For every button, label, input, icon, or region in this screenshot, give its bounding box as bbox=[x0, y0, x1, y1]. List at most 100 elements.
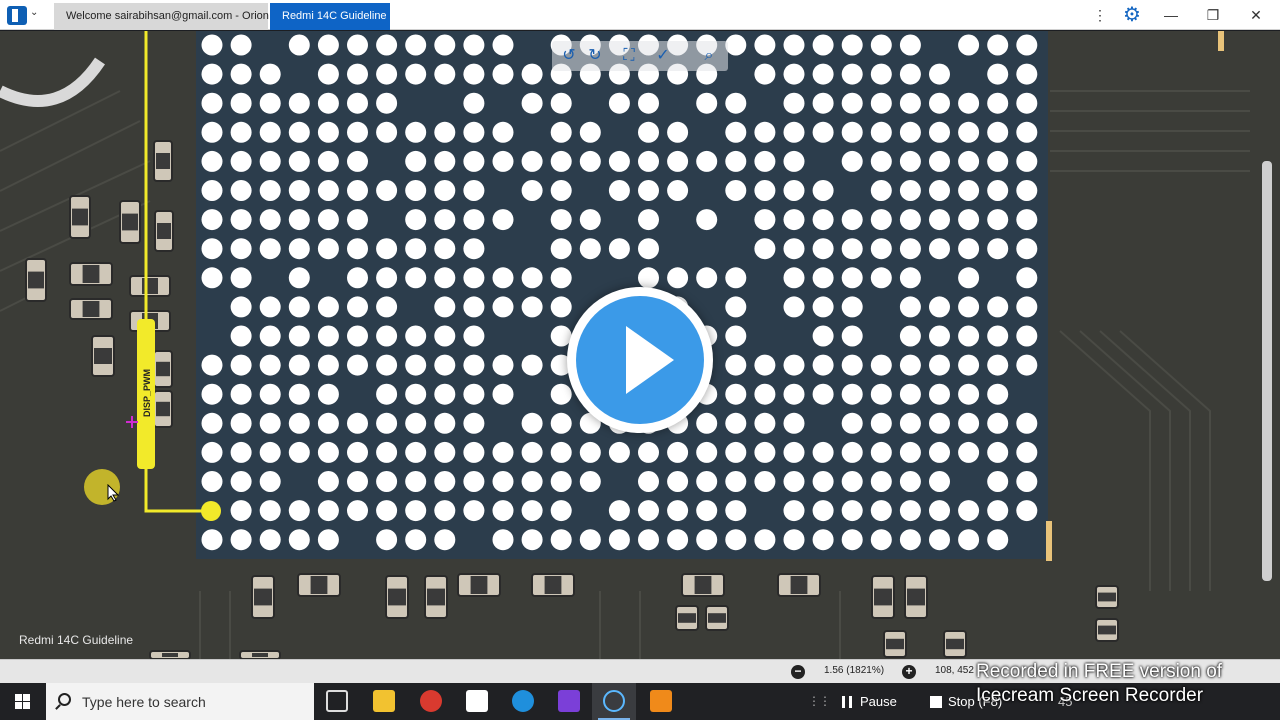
bga-pad[interactable] bbox=[725, 383, 747, 405]
bga-pad[interactable] bbox=[958, 238, 980, 260]
bga-pad[interactable] bbox=[899, 180, 921, 201]
bga-pad[interactable] bbox=[725, 471, 747, 492]
bga-pad[interactable] bbox=[317, 325, 339, 347]
bga-pad[interactable] bbox=[347, 354, 368, 376]
bga-pad[interactable] bbox=[870, 354, 892, 376]
bga-pad[interactable] bbox=[929, 529, 950, 551]
bga-pad[interactable] bbox=[434, 529, 456, 551]
bga-pad[interactable] bbox=[230, 121, 252, 143]
bga-pad[interactable] bbox=[521, 441, 543, 463]
bga-pad[interactable] bbox=[376, 296, 398, 318]
bga-pad[interactable] bbox=[841, 529, 863, 551]
bga-pad[interactable] bbox=[230, 267, 252, 289]
bga-pad[interactable] bbox=[725, 441, 747, 463]
bga-pad[interactable] bbox=[696, 500, 718, 522]
bga-pad[interactable] bbox=[841, 412, 863, 434]
bga-pad[interactable] bbox=[987, 209, 1009, 231]
bga-pad[interactable] bbox=[579, 471, 601, 492]
bga-pad[interactable] bbox=[376, 471, 398, 492]
bga-pad[interactable] bbox=[492, 441, 514, 463]
bga-pad[interactable] bbox=[899, 267, 921, 289]
bga-pad[interactable] bbox=[667, 441, 689, 463]
bga-pad[interactable] bbox=[405, 441, 427, 463]
bga-pad[interactable] bbox=[492, 500, 514, 522]
bga-pad[interactable] bbox=[987, 180, 1009, 201]
bga-pad[interactable] bbox=[754, 150, 776, 172]
bga-pad[interactable] bbox=[317, 412, 339, 434]
bga-pad[interactable] bbox=[929, 150, 950, 172]
bga-pad[interactable] bbox=[841, 121, 863, 143]
bga-pad[interactable] bbox=[638, 441, 659, 463]
bga-pad[interactable] bbox=[870, 121, 892, 143]
bga-pad[interactable] bbox=[812, 180, 834, 201]
bga-pad[interactable] bbox=[550, 441, 572, 463]
bga-pad[interactable] bbox=[899, 63, 921, 85]
bga-pad[interactable] bbox=[958, 180, 980, 201]
bga-pad[interactable] bbox=[812, 296, 834, 318]
bga-pad[interactable] bbox=[579, 441, 601, 463]
bga-pad[interactable] bbox=[725, 412, 747, 434]
bga-pad[interactable] bbox=[201, 267, 223, 289]
bga-pad[interactable] bbox=[376, 238, 398, 260]
bga-pad[interactable] bbox=[929, 471, 950, 492]
bga-pad[interactable] bbox=[201, 383, 223, 405]
bga-pad[interactable] bbox=[899, 500, 921, 522]
bga-pad[interactable] bbox=[870, 180, 892, 201]
pause-recording-button[interactable]: Pause bbox=[842, 694, 897, 709]
bga-pad[interactable] bbox=[1016, 34, 1038, 56]
bga-pad[interactable] bbox=[696, 412, 718, 434]
bga-pad[interactable] bbox=[812, 267, 834, 289]
bga-pad[interactable] bbox=[521, 180, 543, 201]
bga-pad[interactable] bbox=[754, 34, 776, 56]
bga-pad[interactable] bbox=[463, 238, 485, 260]
bga-pad[interactable] bbox=[434, 180, 456, 201]
bga-pad[interactable] bbox=[259, 325, 281, 347]
bga-pad[interactable] bbox=[783, 383, 805, 405]
bga-pad[interactable] bbox=[230, 354, 252, 376]
bga-pad[interactable] bbox=[958, 121, 980, 143]
bga-pad[interactable] bbox=[550, 412, 572, 434]
bga-pad[interactable] bbox=[725, 92, 747, 114]
bga-pad[interactable] bbox=[259, 354, 281, 376]
bga-pad[interactable] bbox=[841, 34, 863, 56]
capcut-icon[interactable] bbox=[466, 690, 488, 712]
bga-pad[interactable] bbox=[987, 63, 1009, 85]
bga-pad[interactable] bbox=[347, 325, 368, 347]
bga-pad[interactable] bbox=[638, 150, 659, 172]
bga-pad[interactable] bbox=[929, 121, 950, 143]
bga-pad[interactable] bbox=[347, 121, 368, 143]
bga-pad[interactable] bbox=[463, 267, 485, 289]
bga-pad[interactable] bbox=[434, 500, 456, 522]
bga-pad[interactable] bbox=[1016, 121, 1038, 143]
bga-pad[interactable] bbox=[201, 209, 223, 231]
bga-pad[interactable] bbox=[376, 92, 398, 114]
bga-pad[interactable] bbox=[230, 209, 252, 231]
bga-pad[interactable] bbox=[347, 238, 368, 260]
bga-pad[interactable] bbox=[638, 267, 659, 289]
bga-pad[interactable] bbox=[783, 500, 805, 522]
bga-pad[interactable] bbox=[201, 471, 223, 492]
bga-pad[interactable] bbox=[347, 296, 368, 318]
bga-pad[interactable] bbox=[259, 63, 281, 85]
bga-pad[interactable] bbox=[288, 500, 310, 522]
bga-pad[interactable] bbox=[434, 354, 456, 376]
bga-pad[interactable] bbox=[521, 500, 543, 522]
bga-pad[interactable] bbox=[754, 441, 776, 463]
bga-pad[interactable] bbox=[376, 383, 398, 405]
bga-pad[interactable] bbox=[783, 180, 805, 201]
bga-pad[interactable] bbox=[259, 92, 281, 114]
bga-pad[interactable] bbox=[783, 267, 805, 289]
bga-pad[interactable] bbox=[841, 325, 863, 347]
bga-pad[interactable] bbox=[783, 471, 805, 492]
zoom-out-button[interactable]: − bbox=[791, 665, 805, 679]
bga-pad[interactable] bbox=[987, 471, 1009, 492]
bga-pad[interactable] bbox=[230, 529, 252, 551]
drag-grip-icon[interactable]: ⋮⋮ bbox=[808, 694, 831, 708]
bga-pad[interactable] bbox=[347, 471, 368, 492]
rotate-right-icon[interactable]: ↻ bbox=[584, 46, 606, 66]
bga-pad[interactable] bbox=[521, 150, 543, 172]
bga-pad[interactable] bbox=[754, 471, 776, 492]
bga-pad[interactable] bbox=[667, 529, 689, 551]
bga-pad[interactable] bbox=[783, 529, 805, 551]
bga-pad[interactable] bbox=[958, 354, 980, 376]
